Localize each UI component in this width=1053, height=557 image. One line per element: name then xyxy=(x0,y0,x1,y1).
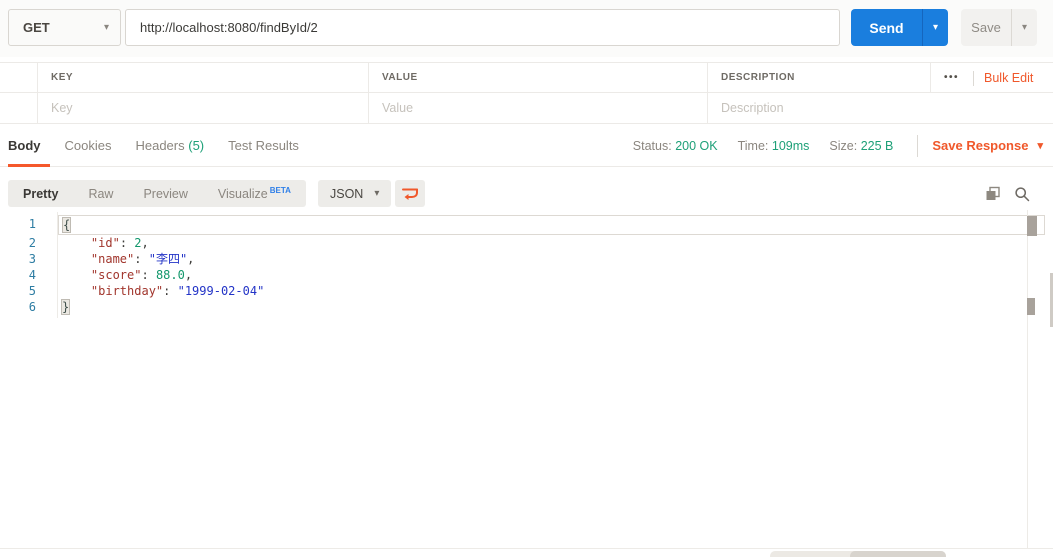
tab-visualize[interactable]: Visualize BETA xyxy=(203,186,306,201)
chevron-down-icon: ▾ xyxy=(374,188,380,199)
viewer-actions xyxy=(985,180,1030,207)
column-divider xyxy=(930,63,931,92)
code-line: } xyxy=(60,299,71,315)
send-options-button[interactable]: ▾ xyxy=(923,9,948,46)
param-key-input[interactable] xyxy=(51,93,351,123)
code-line: { xyxy=(58,215,1045,235)
more-options-icon[interactable]: ••• xyxy=(944,63,959,92)
params-table: KEY VALUE DESCRIPTION ••• Bulk Edit xyxy=(0,62,1053,124)
save-response-button[interactable]: Save Response ▾ xyxy=(932,138,1043,153)
code-line: "score": 88.0, xyxy=(90,268,193,282)
tab-cookies[interactable]: Cookies xyxy=(65,138,112,153)
param-value-input[interactable] xyxy=(382,93,682,123)
chevron-down-icon: ▾ xyxy=(103,22,109,33)
response-tabs: Body Cookies Headers (5) Test Results xyxy=(8,125,299,167)
body-toolbar: Pretty Raw Preview Visualize BETA JSON ▾ xyxy=(0,167,1053,213)
chevron-down-icon: ▾ xyxy=(1037,140,1043,152)
code-gutter: 1 2 3 4 5 6 xyxy=(0,215,58,315)
time-stat: Time: 109ms xyxy=(738,139,810,153)
format-select[interactable]: JSON ▾ xyxy=(318,180,392,207)
tab-visualize-label: Visualize xyxy=(217,187,268,202)
url-box xyxy=(125,9,840,46)
line-number: 3 xyxy=(28,252,36,266)
column-divider xyxy=(368,93,369,123)
save-response-label: Save Response xyxy=(932,138,1029,153)
copy-button[interactable] xyxy=(985,186,1001,202)
column-divider xyxy=(707,63,708,92)
bulk-edit-button[interactable]: Bulk Edit xyxy=(984,63,1033,92)
format-label: JSON xyxy=(330,186,364,201)
wrap-text-button[interactable] xyxy=(395,180,425,207)
tab-test-results[interactable]: Test Results xyxy=(228,138,299,153)
time-value: 109ms xyxy=(771,138,810,153)
key-column-header: KEY xyxy=(51,72,74,83)
time-label: Time: xyxy=(737,138,769,153)
line-number: 4 xyxy=(28,268,36,282)
size-label: Size: xyxy=(829,138,858,153)
params-input-row xyxy=(0,93,1053,124)
line-number: 2 xyxy=(28,236,36,250)
method-select[interactable]: GET ▾ xyxy=(8,9,121,46)
divider xyxy=(973,71,974,86)
params-header-row: KEY VALUE DESCRIPTION ••• Bulk Edit xyxy=(0,62,1053,93)
postman-window: GET ▾ Send ▾ Save ▾ KEY VALUE DESCR xyxy=(0,0,1053,557)
tab-headers[interactable]: Headers (5) xyxy=(135,138,204,153)
send-button[interactable]: Send xyxy=(851,9,923,46)
column-divider xyxy=(37,93,38,123)
code-lines: { "id": 2, "name": "李四", "score": 88.0, … xyxy=(58,215,1045,315)
status-value: 200 OK xyxy=(675,138,718,153)
code-line: "name": "李四", xyxy=(90,252,195,266)
save-options-button[interactable]: ▾ xyxy=(1012,9,1037,46)
status-stat: Status: 200 OK xyxy=(633,139,718,153)
tab-pretty[interactable]: Pretty xyxy=(8,187,73,201)
tab-body-label: Body xyxy=(8,138,41,153)
size-value: 225 B xyxy=(860,138,894,153)
param-description-input[interactable] xyxy=(721,93,1021,123)
wrap-text-icon xyxy=(402,188,418,200)
response-meta-bar: Body Cookies Headers (5) Test Results St… xyxy=(0,125,1053,167)
tab-headers-label: Headers xyxy=(135,138,185,153)
code-vertical-scrollbar[interactable] xyxy=(1027,216,1037,236)
method-label: GET xyxy=(23,20,50,35)
line-number: 6 xyxy=(28,300,36,314)
divider xyxy=(917,134,919,157)
copy-icon xyxy=(986,186,1000,200)
description-column-header: DESCRIPTION xyxy=(721,72,795,83)
tab-preview[interactable]: Preview xyxy=(128,187,202,201)
save-button[interactable]: Save xyxy=(961,9,1012,46)
request-bar: GET ▾ Send ▾ Save ▾ xyxy=(0,0,1053,57)
column-divider xyxy=(707,93,708,123)
line-number: 1 xyxy=(28,217,36,231)
status-label: Status: xyxy=(632,138,672,153)
tab-raw[interactable]: Raw xyxy=(73,187,128,201)
beta-badge: BETA xyxy=(269,185,291,195)
view-mode-group: Pretty Raw Preview Visualize BETA xyxy=(8,180,306,207)
response-stats: Status: 200 OK Time: 109ms Size: 225 B S… xyxy=(613,125,1043,166)
code-line: "birthday": "1999-02-04" xyxy=(90,284,265,298)
column-divider xyxy=(368,63,369,92)
chevron-down-icon: ▾ xyxy=(932,22,939,33)
send-split-button: Send ▾ xyxy=(851,9,948,46)
search-button[interactable] xyxy=(1014,186,1030,202)
url-input[interactable] xyxy=(126,10,839,45)
horizontal-scrollbar-thumb[interactable] xyxy=(850,551,946,557)
chevron-down-icon: ▾ xyxy=(1021,22,1028,33)
save-split-button: Save ▾ xyxy=(961,9,1037,46)
pane-bottom-border xyxy=(0,548,1053,549)
search-icon xyxy=(1015,186,1030,201)
tab-body[interactable]: Body xyxy=(8,138,50,167)
column-divider xyxy=(37,63,38,92)
headers-count-badge: (5) xyxy=(188,138,205,153)
value-column-header: VALUE xyxy=(382,72,418,83)
editor-right-divider xyxy=(1027,210,1028,548)
pane-vertical-scrollbar[interactable] xyxy=(1027,298,1035,315)
code-line: "id": 2, xyxy=(90,236,149,250)
line-number: 5 xyxy=(28,284,36,298)
size-stat: Size: 225 B xyxy=(829,139,893,153)
